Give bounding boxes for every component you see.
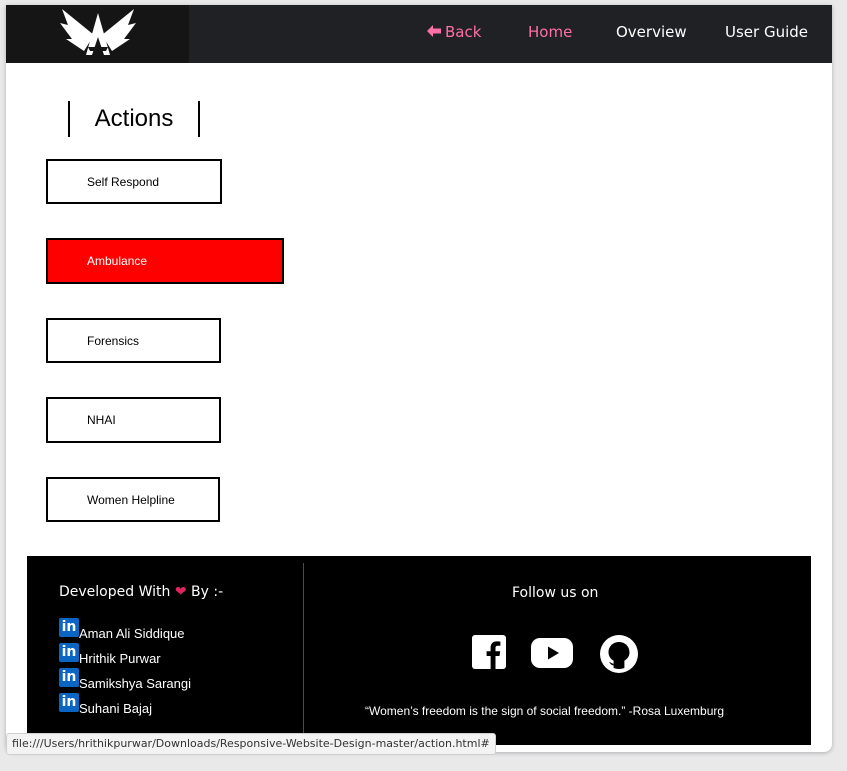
ambulance-button[interactable]: Ambulance <box>46 238 284 284</box>
footer: Developed With ❤ By :- in Aman Ali Siddi… <box>27 556 811 745</box>
developer-name[interactable]: Samikshya Sarangi <box>79 676 191 691</box>
button-label: NHAI <box>87 413 116 427</box>
button-label: Self Respond <box>87 174 160 189</box>
forensics-button[interactable]: Forensics <box>46 318 221 363</box>
developer-name[interactable]: Aman Ali Siddique <box>79 626 185 641</box>
women-helpline-button[interactable]: Women Helpline <box>46 477 220 522</box>
follow-us-heading: Follow us on <box>512 585 599 601</box>
navbar: Back Home Overview User Guide <box>6 5 832 63</box>
linkedin-icon[interactable]: in <box>59 693 79 712</box>
nhai-button[interactable]: NHAI <box>46 397 221 443</box>
linkedin-icon[interactable]: in <box>59 643 79 662</box>
status-bar-url: file:///Users/hrithikpurwar/Downloads/Re… <box>6 733 496 755</box>
facebook-icon[interactable] <box>472 635 506 674</box>
developed-with-heading: Developed With ❤ By :- <box>59 584 224 600</box>
page-title: Actions <box>68 101 200 137</box>
linkedin-icon[interactable]: in <box>59 618 79 637</box>
youtube-icon[interactable] <box>531 638 573 673</box>
nav-overview[interactable]: Overview <box>616 23 687 41</box>
footer-divider <box>303 563 304 745</box>
winged-logo-icon <box>60 9 136 55</box>
heart-icon: ❤ <box>174 584 187 600</box>
nav-home[interactable]: Home <box>528 23 572 41</box>
back-label: Back <box>445 23 482 41</box>
linkedin-icon[interactable]: in <box>59 668 79 687</box>
nav-user-guide[interactable]: User Guide <box>725 23 808 41</box>
developer-name[interactable]: Hrithik Purwar <box>79 651 161 666</box>
quote-text: “Women’s freedom is the sign of social f… <box>365 704 725 718</box>
back-link[interactable]: Back <box>427 23 481 41</box>
button-label: Women Helpline <box>87 492 175 507</box>
browser-page: Back Home Overview User Guide Actions Se… <box>6 5 832 752</box>
logo[interactable] <box>6 5 189 63</box>
self-respond-button[interactable]: Self Respond <box>46 159 222 204</box>
button-label: Forensics <box>87 333 140 348</box>
button-label: Ambulance <box>87 254 148 268</box>
arrow-left-icon <box>427 23 441 41</box>
developer-name[interactable]: Suhani Bajaj <box>79 701 152 716</box>
github-icon[interactable] <box>600 635 638 678</box>
